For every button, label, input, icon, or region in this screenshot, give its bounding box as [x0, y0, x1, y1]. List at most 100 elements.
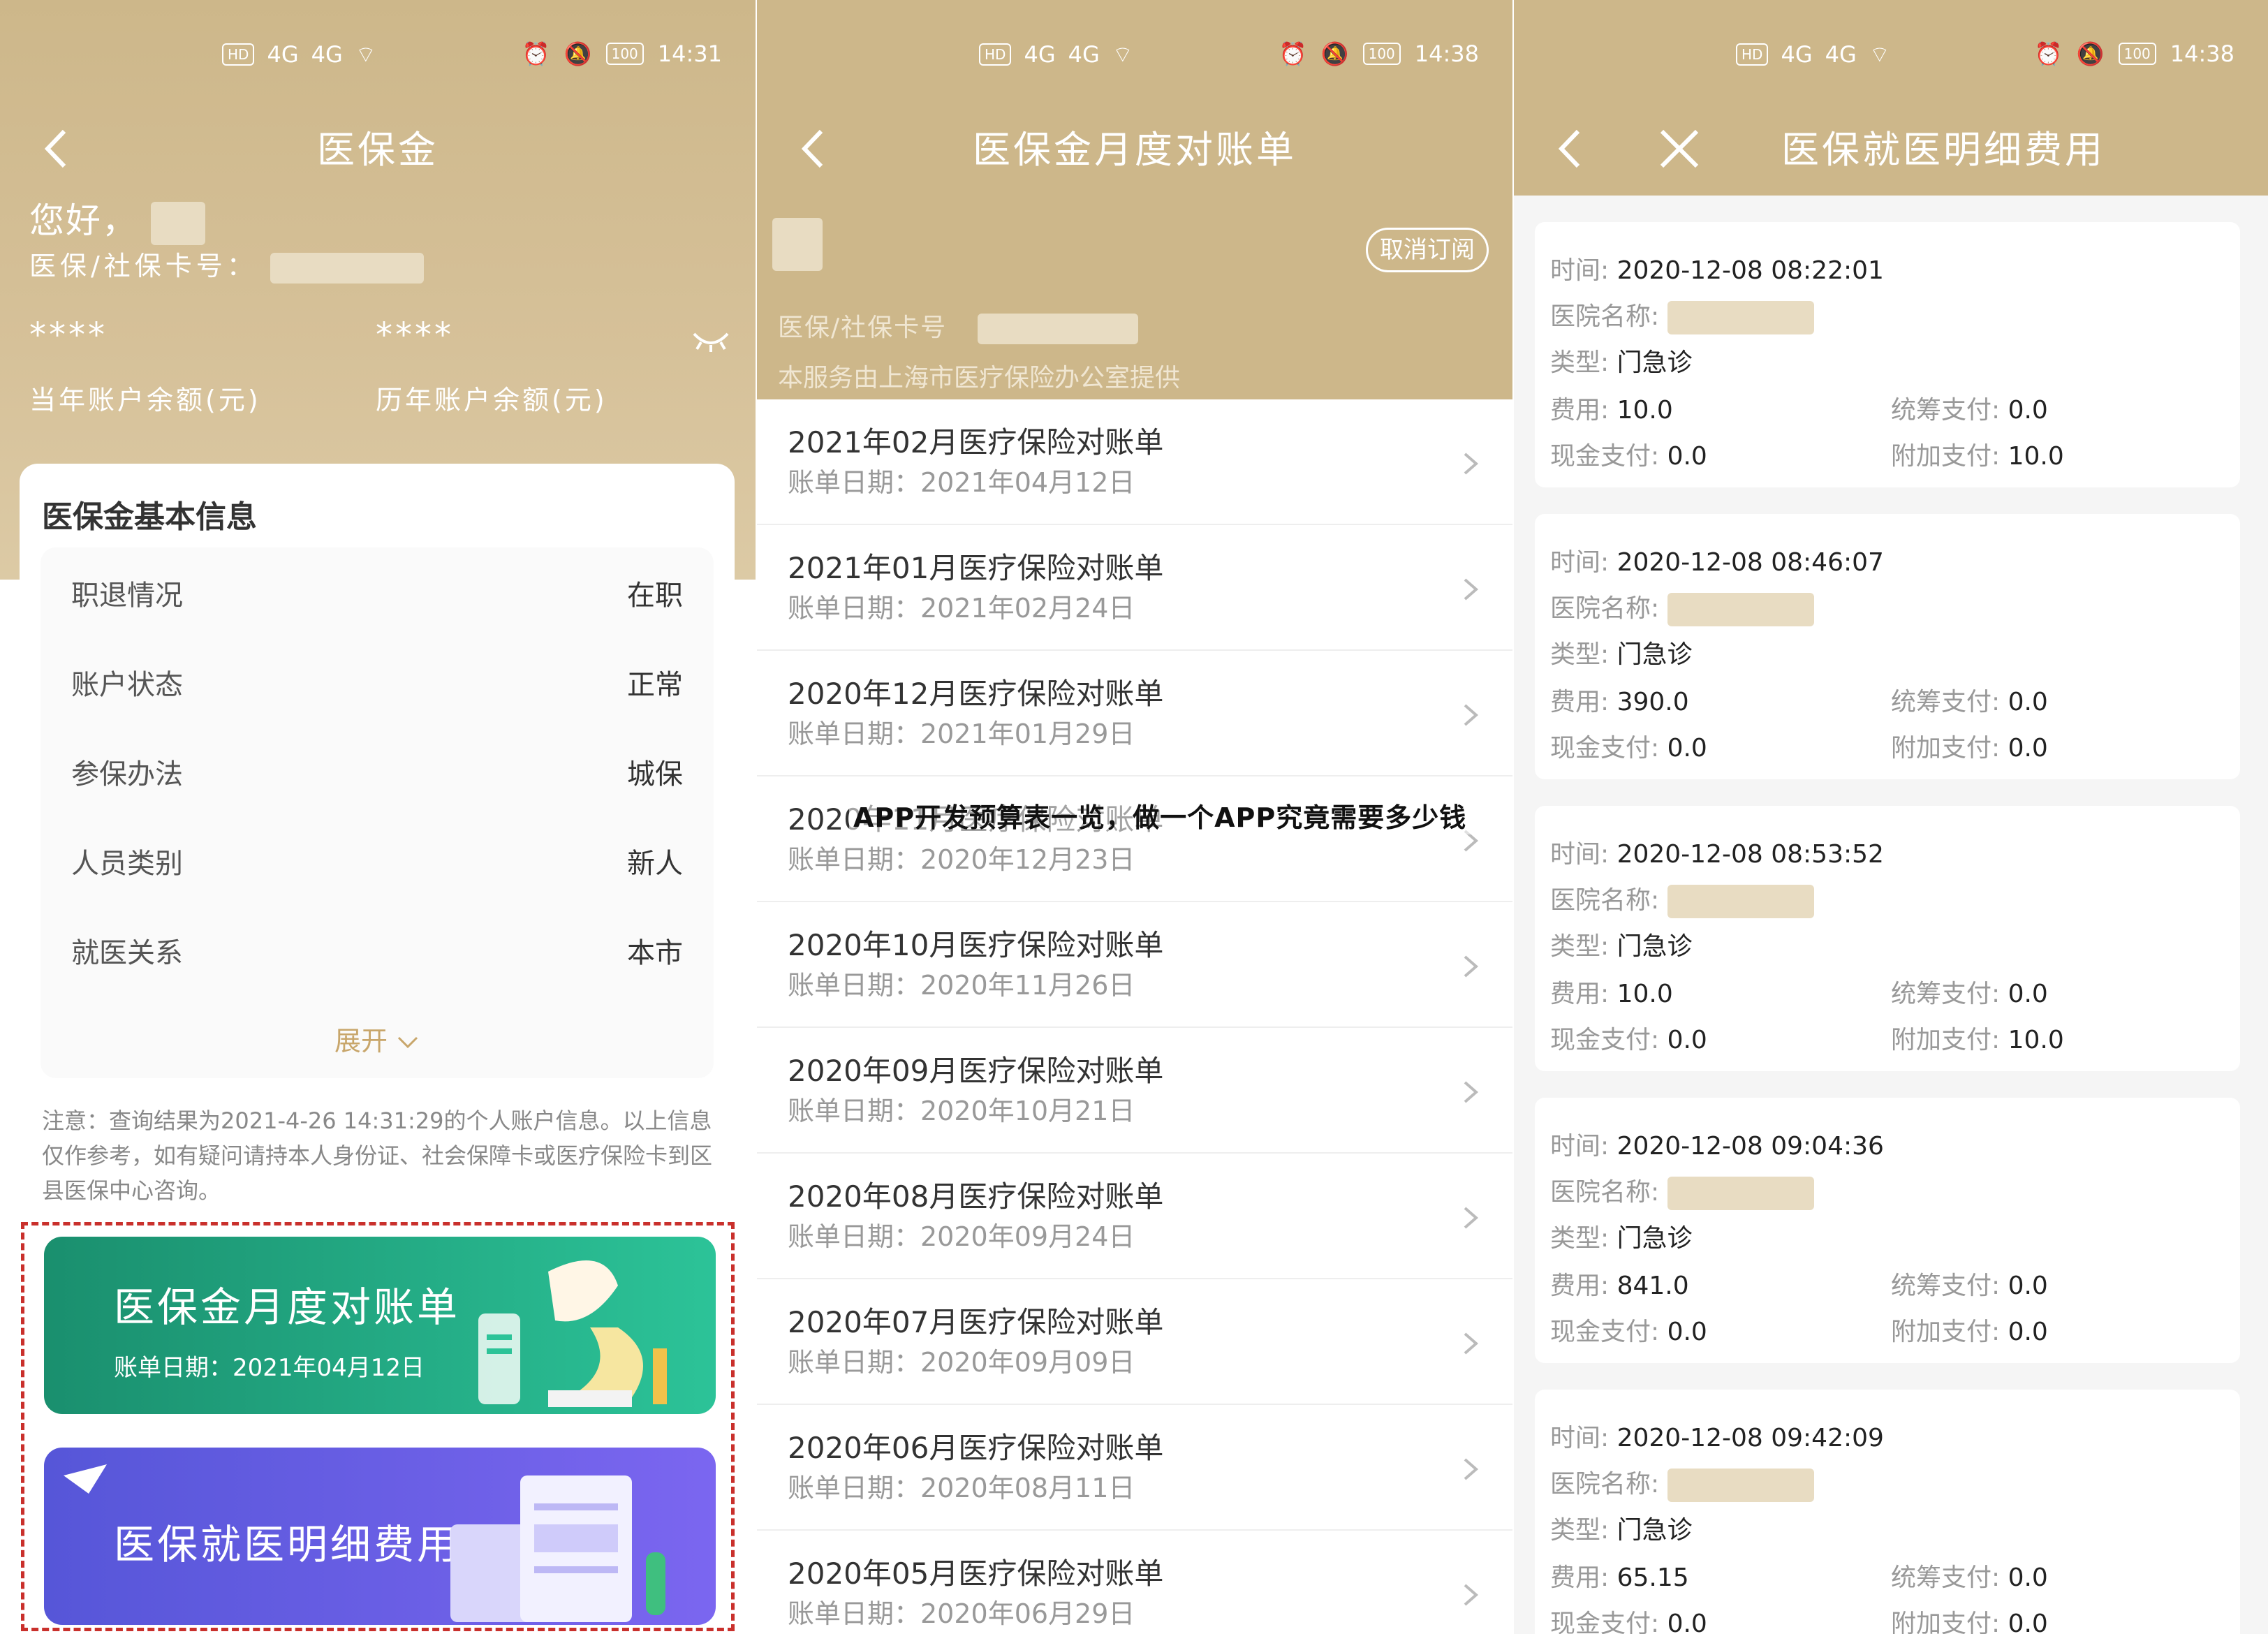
hide-eye-icon[interactable]	[691, 328, 730, 353]
highlight-box: 医保金月度对账单 账单日期：2021年04月12日 医保就医明细费用	[21, 1222, 735, 1631]
page-title: 医保金	[317, 128, 439, 172]
info-label: 就医关系	[71, 937, 183, 969]
visit-type-value: 门急诊	[1617, 932, 1693, 961]
chevron-right-icon	[1464, 704, 1479, 726]
visit-type-value: 门急诊	[1617, 1516, 1693, 1545]
page-title: 医保就医明细费用	[1781, 128, 2105, 172]
statement-row[interactable]: 2021年02月医疗保险对账单 账单日期：2021年04月12日	[757, 399, 1512, 525]
back-arrow-icon[interactable]	[1542, 117, 1605, 180]
expand-button[interactable]: 展开	[40, 1020, 714, 1058]
nav-bar: 医保金	[0, 105, 756, 196]
medical-details-banner[interactable]: 医保就医明细费用	[44, 1448, 716, 1625]
pooled-payment: 统筹支付: 0.0	[1891, 390, 2048, 426]
info-value: 本市	[627, 937, 683, 969]
statement-date: 账单日期：2020年09月24日	[788, 1221, 1135, 1252]
visit-type: 类型: 门急诊	[1550, 342, 1693, 378]
basic-info-card: 医保金基本信息 职退情况 在职 账户状态 正常 参保办法 城保 人员类别 新人 …	[20, 464, 735, 1092]
statement-row[interactable]: 2020年08月医疗保险对账单 账单日期：2020年09月24日	[757, 1154, 1512, 1279]
signal-icon: 4G	[1068, 41, 1100, 68]
cash-payment-label: 现金支付:	[1550, 1318, 1667, 1346]
unsubscribe-button[interactable]: 取消订阅	[1366, 228, 1489, 272]
statement-title: 2020年07月医疗保险对账单	[788, 1305, 1164, 1339]
info-label: 职退情况	[71, 580, 183, 612]
wifi-icon: ⌔	[355, 41, 376, 68]
visit-record-card[interactable]: 时间: 2020-12-08 08:46:07 医院名称: 类型: 门急诊 费用…	[1535, 514, 2240, 779]
chevron-right-icon	[1464, 1207, 1479, 1229]
fee-value: 841.0	[1617, 1272, 1689, 1300]
history-balance-label: 历年账户余额(元)	[376, 385, 608, 415]
statement-date: 账单日期：2021年02月24日	[788, 593, 1135, 624]
pooled-payment-label: 统筹支付:	[1891, 980, 2008, 1008]
visit-time: 时间: 2020-12-08 08:53:52	[1550, 834, 1884, 870]
pooled-payment: 统筹支付: 0.0	[1891, 973, 2048, 1010]
statement-title: 2021年01月医疗保险对账单	[788, 551, 1164, 585]
statement-date: 账单日期：2020年11月26日	[788, 970, 1135, 1001]
cash-payment-value: 0.0	[1667, 1026, 1707, 1054]
card-number-label: 医保/社保卡号：	[29, 251, 258, 281]
status-bar: HD 4G 4G ⌔ ⏰ 🔕 100 14:38	[757, 0, 1512, 105]
document-illustration-icon	[478, 1260, 667, 1407]
hd-icon: HD	[1736, 43, 1769, 66]
statement-row[interactable]: 2020年09月医疗保险对账单 账单日期：2020年10月21日	[757, 1028, 1512, 1154]
statement-date: 账单日期：2020年10月21日	[788, 1096, 1135, 1126]
section-title: 医保金基本信息	[42, 499, 257, 535]
signal-icon: 4G	[311, 41, 343, 68]
cash-payment-value: 0.0	[1667, 1318, 1707, 1346]
hospital-name: 医院名称:	[1550, 296, 1814, 334]
info-list: 职退情况 在职 账户状态 正常 参保办法 城保 人员类别 新人 就医关系 本市 …	[40, 547, 714, 1078]
chevron-right-icon	[1464, 955, 1479, 978]
service-provider: 本服务由上海市医疗保险办公室提供	[778, 364, 1181, 392]
info-label: 账户状态	[71, 669, 183, 701]
overlay-caption: APP开发预算表一览，做一个APP究竟需要多少钱	[849, 796, 1471, 834]
chevron-right-icon	[1464, 452, 1479, 475]
hospital-name: 医院名称:	[1550, 588, 1814, 626]
visit-type: 类型: 门急诊	[1550, 926, 1693, 962]
hospital-label: 医院名称:	[1550, 1470, 1667, 1499]
clock-time: 14:31	[657, 41, 722, 67]
info-row-person-category: 人员类别 新人	[71, 841, 683, 883]
banner-subtitle: 账单日期：2021年04月12日	[114, 1354, 425, 1382]
receipt-illustration-icon	[450, 1475, 665, 1622]
visit-type-label: 类型:	[1550, 1516, 1617, 1545]
cash-payment-value: 0.0	[1667, 442, 1707, 471]
hospital-label: 医院名称:	[1550, 1178, 1667, 1207]
statement-row[interactable]: 2021年01月医疗保险对账单 账单日期：2021年02月24日	[757, 525, 1512, 651]
statement-row[interactable]: 2020年05月医疗保险对账单 账单日期：2020年06月29日	[757, 1531, 1512, 1634]
pooled-payment-label: 统筹支付:	[1891, 688, 2008, 716]
pooled-payment-label: 统筹支付:	[1891, 1272, 2008, 1300]
visit-record-card[interactable]: 时间: 2020-12-08 09:04:36 医院名称: 类型: 门急诊 费用…	[1535, 1098, 2240, 1363]
cash-payment-value: 0.0	[1667, 734, 1707, 763]
visit-record-card[interactable]: 时间: 2020-12-08 08:22:01 医院名称: 类型: 门急诊 费用…	[1535, 222, 2240, 487]
statement-row[interactable]: 2020年06月医疗保险对账单 账单日期：2020年08月11日	[757, 1405, 1512, 1531]
fee-value: 10.0	[1617, 396, 1673, 425]
history-balance-value: ****	[376, 316, 454, 355]
statement-title: 2021年02月医疗保险对账单	[788, 425, 1164, 459]
alarm-icon: ⏰	[522, 41, 550, 67]
visit-time-value: 2020-12-08 08:22:01	[1617, 256, 1884, 285]
expand-label: 展开	[334, 1026, 388, 1057]
statement-date: 账单日期：2021年01月29日	[788, 719, 1135, 749]
statement-title: 2020年06月医疗保险对账单	[788, 1431, 1164, 1465]
nav-bar: 医保金月度对账单	[757, 105, 1512, 196]
statement-row[interactable]: 2020年11月医疗保险对账单 账单日期：2020年12月23日	[757, 776, 1512, 902]
statement-date: 账单日期：2020年08月11日	[788, 1473, 1135, 1503]
cash-payment-label: 现金支付:	[1550, 734, 1667, 763]
statement-date: 账单日期：2020年06月29日	[788, 1598, 1135, 1629]
visit-record-card[interactable]: 时间: 2020-12-08 09:42:09 医院名称: 类型: 门急诊 费用…	[1535, 1390, 2240, 1634]
chevron-down-icon	[397, 1036, 418, 1049]
info-row-account-status: 账户状态 正常	[71, 662, 683, 704]
statement-title: 2020年09月医疗保险对账单	[788, 1054, 1164, 1088]
fee: 费用: 10.0	[1550, 390, 1673, 426]
monthly-statement-banner[interactable]: 医保金月度对账单 账单日期：2021年04月12日	[44, 1237, 716, 1414]
visit-record-card[interactable]: 时间: 2020-12-08 08:53:52 医院名称: 类型: 门急诊 费用…	[1535, 806, 2240, 1071]
statement-row[interactable]: 2020年07月医疗保险对账单 账单日期：2020年09月09日	[757, 1279, 1512, 1405]
visit-time-label: 时间:	[1550, 256, 1617, 285]
statement-row[interactable]: 2020年10月医疗保险对账单 账单日期：2020年11月26日	[757, 902, 1512, 1028]
extra-payment: 附加支付: 10.0	[1891, 436, 2064, 472]
cash-payment: 现金支付: 0.0	[1550, 728, 1707, 764]
status-bar: HD 4G 4G ⌔ ⏰ 🔕 100 14:38	[1514, 0, 2268, 105]
statement-row[interactable]: 2020年12月医疗保险对账单 账单日期：2021年01月29日	[757, 651, 1512, 776]
cash-payment: 现金支付: 0.0	[1550, 436, 1707, 472]
fee-value: 10.0	[1617, 980, 1673, 1008]
cash-payment-label: 现金支付:	[1550, 1026, 1667, 1054]
